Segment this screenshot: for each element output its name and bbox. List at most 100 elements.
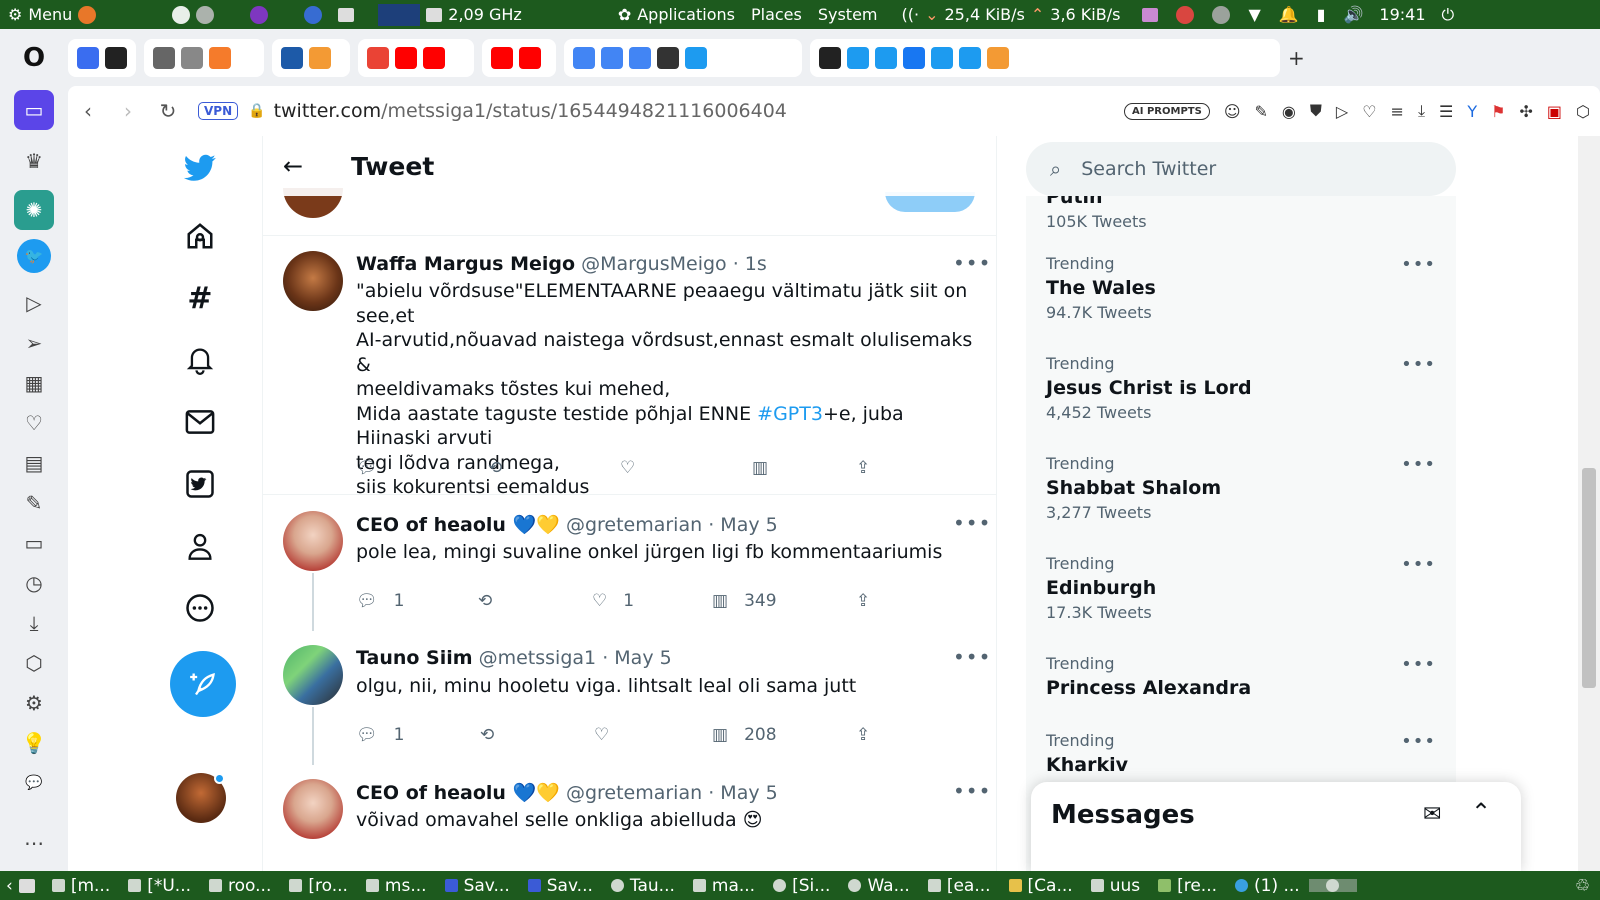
reply-button[interactable]: 💬︎ — [356, 458, 378, 478]
opera-logo-icon[interactable]: O — [0, 29, 68, 86]
twitter-icon[interactable] — [685, 46, 707, 69]
ai-prompts-button[interactable]: AI PROMPTS — [1124, 102, 1210, 120]
facebook-icon[interactable] — [903, 46, 925, 69]
github-icon[interactable] — [105, 46, 127, 69]
tweet-gretemarian-2[interactable]: CEO of heaolu 💙💛 @gretemarian · May 5 ••… — [263, 763, 996, 871]
back-arrow-icon[interactable]: ← — [263, 152, 323, 180]
taskbar-item[interactable]: [Si... — [764, 876, 839, 896]
trend-more-icon[interactable]: ••• — [1401, 454, 1436, 475]
history-icon[interactable]: ◷ — [14, 563, 54, 603]
easy-setup-icon[interactable]: ☰ — [1439, 102, 1453, 121]
retweet-button[interactable]: ⟲ — [480, 725, 494, 745]
crown-icon[interactable]: ♛ — [14, 141, 54, 181]
taskbar-item[interactable]: Tau... — [602, 876, 684, 896]
trend-item[interactable]: Trending Edinburgh 17.3K Tweets ••• — [1046, 554, 1436, 622]
downloads-icon[interactable]: ⤓ — [14, 603, 54, 643]
trend-item[interactable]: Trending Shabbat Shalom 3,277 Tweets ••• — [1046, 454, 1436, 522]
tab-group-2[interactable] — [144, 38, 264, 77]
taskbar-item[interactable]: [ea... — [919, 876, 1000, 896]
author-handle[interactable]: @metssiga1 — [479, 647, 597, 669]
trend-more-icon[interactable]: ••• — [1401, 554, 1436, 575]
taskbar-item[interactable]: [m... — [43, 876, 119, 896]
more-circle-icon[interactable] — [184, 592, 216, 624]
tweet-time[interactable]: May 5 — [720, 514, 777, 536]
tab-group-6[interactable] — [564, 38, 802, 77]
youtube-icon[interactable] — [395, 46, 417, 69]
youtube-icon[interactable] — [519, 46, 541, 69]
google-icon[interactable] — [601, 46, 623, 69]
avatar[interactable] — [283, 511, 343, 571]
extension-icon[interactable]: Y — [1467, 102, 1477, 121]
extensions-icon[interactable]: ⬡ — [14, 643, 54, 683]
share-button[interactable]: ⇪ — [856, 591, 870, 611]
app-a-icon[interactable] — [172, 5, 191, 24]
google-icon[interactable] — [573, 46, 595, 69]
applications-menu[interactable]: ✿ Applications — [610, 5, 743, 24]
lightbulb-icon[interactable]: 💡 — [14, 723, 54, 763]
reader-icon[interactable]: ≡ — [1391, 102, 1404, 121]
extension-cube-icon[interactable]: ⬡ — [1576, 102, 1590, 121]
sidebar-more-icon[interactable]: ⋯ — [14, 823, 54, 863]
system-menu[interactable]: ⚙ Menu — [0, 5, 104, 24]
player-icon[interactable]: ▷ — [14, 283, 54, 323]
tab-favicon[interactable] — [153, 46, 175, 69]
tab-favicon[interactable] — [77, 46, 99, 69]
taskbar-item[interactable]: Sav... — [519, 876, 602, 896]
twitter-sidebar-icon[interactable]: 🐦 — [17, 239, 51, 273]
notification-bell-icon[interactable]: 🔔 — [1279, 5, 1299, 24]
trend-more-icon[interactable]: ••• — [1401, 654, 1436, 675]
taskbar-item[interactable]: roo... — [200, 876, 280, 896]
tweet-more-icon[interactable]: ••• — [953, 251, 991, 275]
views-button[interactable]: ▥ — [752, 458, 768, 478]
twitter-logo-icon[interactable] — [184, 152, 216, 184]
twitter-icon[interactable] — [875, 46, 897, 69]
like-button[interactable]: ♡ — [594, 725, 609, 745]
taskbar-item[interactable]: uus — [1082, 876, 1149, 896]
google-icon[interactable] — [629, 46, 651, 69]
edit-icon[interactable]: ✎ — [14, 483, 54, 523]
page-scrollbar[interactable] — [1578, 136, 1600, 871]
download-icon[interactable]: ⤓ — [1418, 101, 1425, 121]
tweet-meigo[interactable]: Waffa Margus Meigo @MargusMeigo · 1s •••… — [263, 237, 996, 498]
author-name[interactable]: CEO of heaolu 💙💛 — [356, 782, 560, 804]
system-menu-item[interactable]: System — [810, 5, 886, 24]
taskbar-item[interactable]: [Ca... — [1000, 876, 1082, 896]
metamask-icon[interactable] — [309, 46, 331, 69]
twitter-icon[interactable] — [931, 46, 953, 69]
tab-favicon[interactable] — [181, 46, 203, 69]
avatar[interactable] — [283, 645, 343, 705]
taskbar-item-active[interactable] — [1308, 879, 1357, 892]
messages-drawer[interactable]: Messages ✉ ⌃ — [1031, 782, 1521, 871]
tweet-time[interactable]: May 5 — [614, 647, 671, 669]
trend-more-icon[interactable]: ••• — [1401, 731, 1436, 752]
views-button[interactable]: ▥ 349 — [712, 591, 777, 611]
taskbar-item[interactable]: [re... — [1149, 876, 1226, 896]
tweet-time[interactable]: 1s — [745, 253, 767, 275]
update-icon[interactable] — [1176, 5, 1195, 24]
blogger-icon[interactable] — [209, 46, 231, 69]
apps-icon[interactable]: ▦ — [14, 363, 54, 403]
notifications-bell-icon[interactable] — [184, 344, 216, 376]
forward-icon[interactable]: › — [108, 99, 148, 123]
tweet-more-icon[interactable]: ••• — [953, 511, 991, 535]
settings-gear-icon[interactable]: ⚙ — [14, 683, 54, 723]
taskbar-item[interactable]: [ro... — [280, 876, 357, 896]
amazon-icon[interactable] — [819, 46, 841, 69]
terminal-icon[interactable] — [338, 7, 355, 22]
reply-button[interactable]: 💬︎ 1 — [356, 591, 404, 611]
show-desktop-icon[interactable] — [18, 878, 35, 893]
author-handle[interactable]: @gretemarian — [566, 514, 702, 536]
messages-mail-icon[interactable] — [184, 406, 216, 438]
tab-group-5[interactable] — [482, 38, 556, 77]
tray-info-icon[interactable] — [1212, 5, 1231, 24]
tweet-more-icon[interactable]: ••• — [953, 645, 991, 669]
taskbar-item[interactable]: (1) ... — [1226, 876, 1309, 896]
hashtag-link[interactable]: #GPT3 — [757, 403, 823, 425]
home-icon[interactable] — [184, 220, 216, 252]
trend-item[interactable]: Trending The Wales 94.7K Tweets ••• — [1046, 254, 1436, 322]
wallet-icon[interactable]: ▭ — [14, 523, 54, 563]
share-button[interactable]: ⇪ — [856, 458, 870, 478]
heart-icon[interactable]: ♡ — [14, 403, 54, 443]
scrollbar-thumb[interactable] — [1582, 468, 1596, 688]
trend-more-icon[interactable]: ••• — [1401, 254, 1436, 275]
